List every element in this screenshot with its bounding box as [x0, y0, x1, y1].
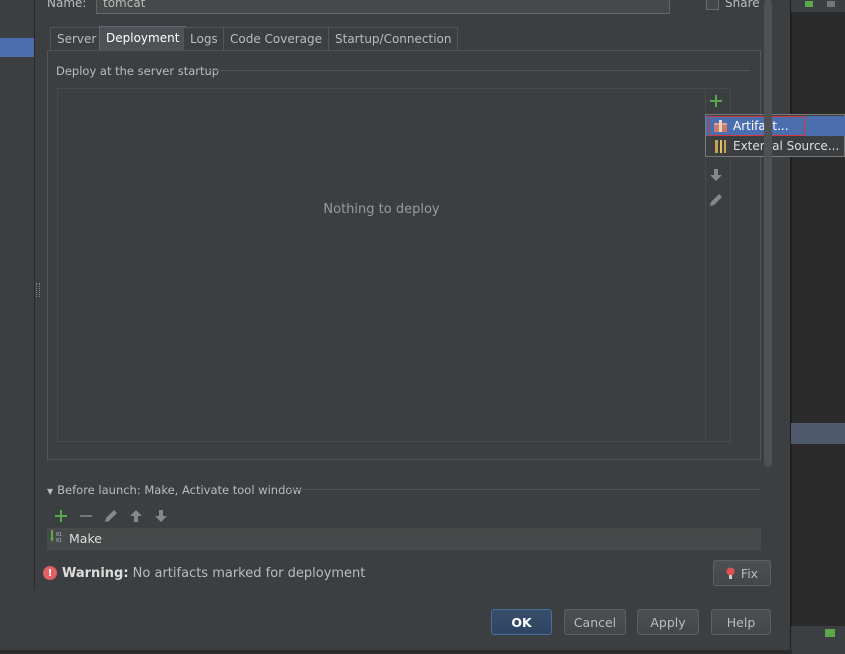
before-launch-toolbar	[50, 505, 172, 525]
external-source-icon	[714, 139, 727, 153]
deploy-group-title: Deploy at the server startup	[56, 64, 220, 78]
group-separator	[207, 70, 750, 71]
warning-text: No artifacts marked for deployment	[132, 566, 366, 581]
dialog-bottom-edge	[0, 650, 792, 654]
dialog-border	[790, 0, 791, 652]
add-popup-menu: Artifact... External Source...	[705, 114, 845, 157]
before-launch-title: Before launch: Make, Activate tool windo…	[57, 483, 302, 497]
menu-item-label: External Source...	[733, 139, 840, 153]
vertical-scrollbar[interactable]	[764, 0, 772, 467]
list-item-make[interactable]: Make	[69, 531, 102, 546]
warning-icon: !	[43, 566, 57, 580]
before-launch-list[interactable]	[47, 528, 761, 550]
svg-text:01: 01	[56, 538, 62, 544]
background-status-area	[791, 626, 845, 654]
tab-server[interactable]: Server	[50, 27, 104, 50]
deploy-list[interactable]	[57, 88, 706, 442]
fix-button[interactable]: Fix	[713, 560, 771, 586]
tab-startup-connection[interactable]: Startup/Connection	[328, 27, 459, 50]
highlight-outline	[709, 116, 805, 136]
background-ide-panel	[791, 0, 845, 654]
menu-item-external-source[interactable]: External Source...	[706, 136, 845, 156]
before-launch-header[interactable]: ▼ Before launch: Make, Activate tool wind…	[47, 483, 302, 497]
warning-message: Warning: No artifacts marked for deploym…	[62, 566, 365, 581]
edit-task-icon[interactable]	[100, 505, 122, 527]
tab-logs[interactable]: Logs	[183, 27, 225, 50]
warning-label: Warning:	[62, 566, 129, 581]
move-up-icon[interactable]	[125, 505, 147, 527]
config-tree-panel[interactable]	[0, 0, 35, 590]
add-icon[interactable]	[705, 90, 727, 112]
make-icon: 01 01	[50, 530, 66, 547]
remove-task-icon[interactable]	[75, 505, 97, 527]
edit-icon[interactable]	[705, 189, 727, 211]
share-checkbox[interactable]	[706, 0, 719, 10]
group-separator	[290, 489, 760, 490]
menu-item-artifact[interactable]: Artifact...	[706, 116, 845, 136]
ok-button[interactable]: OK	[491, 609, 552, 635]
name-label: Name:	[47, 0, 87, 10]
move-down-icon[interactable]	[705, 164, 727, 186]
bulb-icon	[726, 567, 735, 580]
empty-list-text: Nothing to deploy	[323, 202, 440, 217]
fix-label: Fix	[740, 565, 759, 581]
collapse-triangle-icon[interactable]: ▼	[47, 487, 53, 496]
add-task-icon[interactable]	[50, 505, 72, 527]
background-ide-toolbar	[791, 0, 845, 12]
config-tree-selected-item[interactable]	[0, 38, 34, 57]
move-down-icon[interactable]	[150, 505, 172, 527]
share-label[interactable]: Share	[725, 0, 760, 10]
name-input[interactable]	[96, 0, 670, 14]
splitter-handle[interactable]	[36, 283, 40, 297]
tab-deployment[interactable]: Deployment	[99, 26, 187, 50]
apply-button[interactable]: Apply	[637, 609, 699, 635]
help-button[interactable]: Help	[711, 609, 771, 635]
background-selected-row	[791, 423, 845, 444]
cancel-button[interactable]: Cancel	[564, 609, 626, 635]
tab-code-coverage[interactable]: Code Coverage	[223, 27, 330, 50]
